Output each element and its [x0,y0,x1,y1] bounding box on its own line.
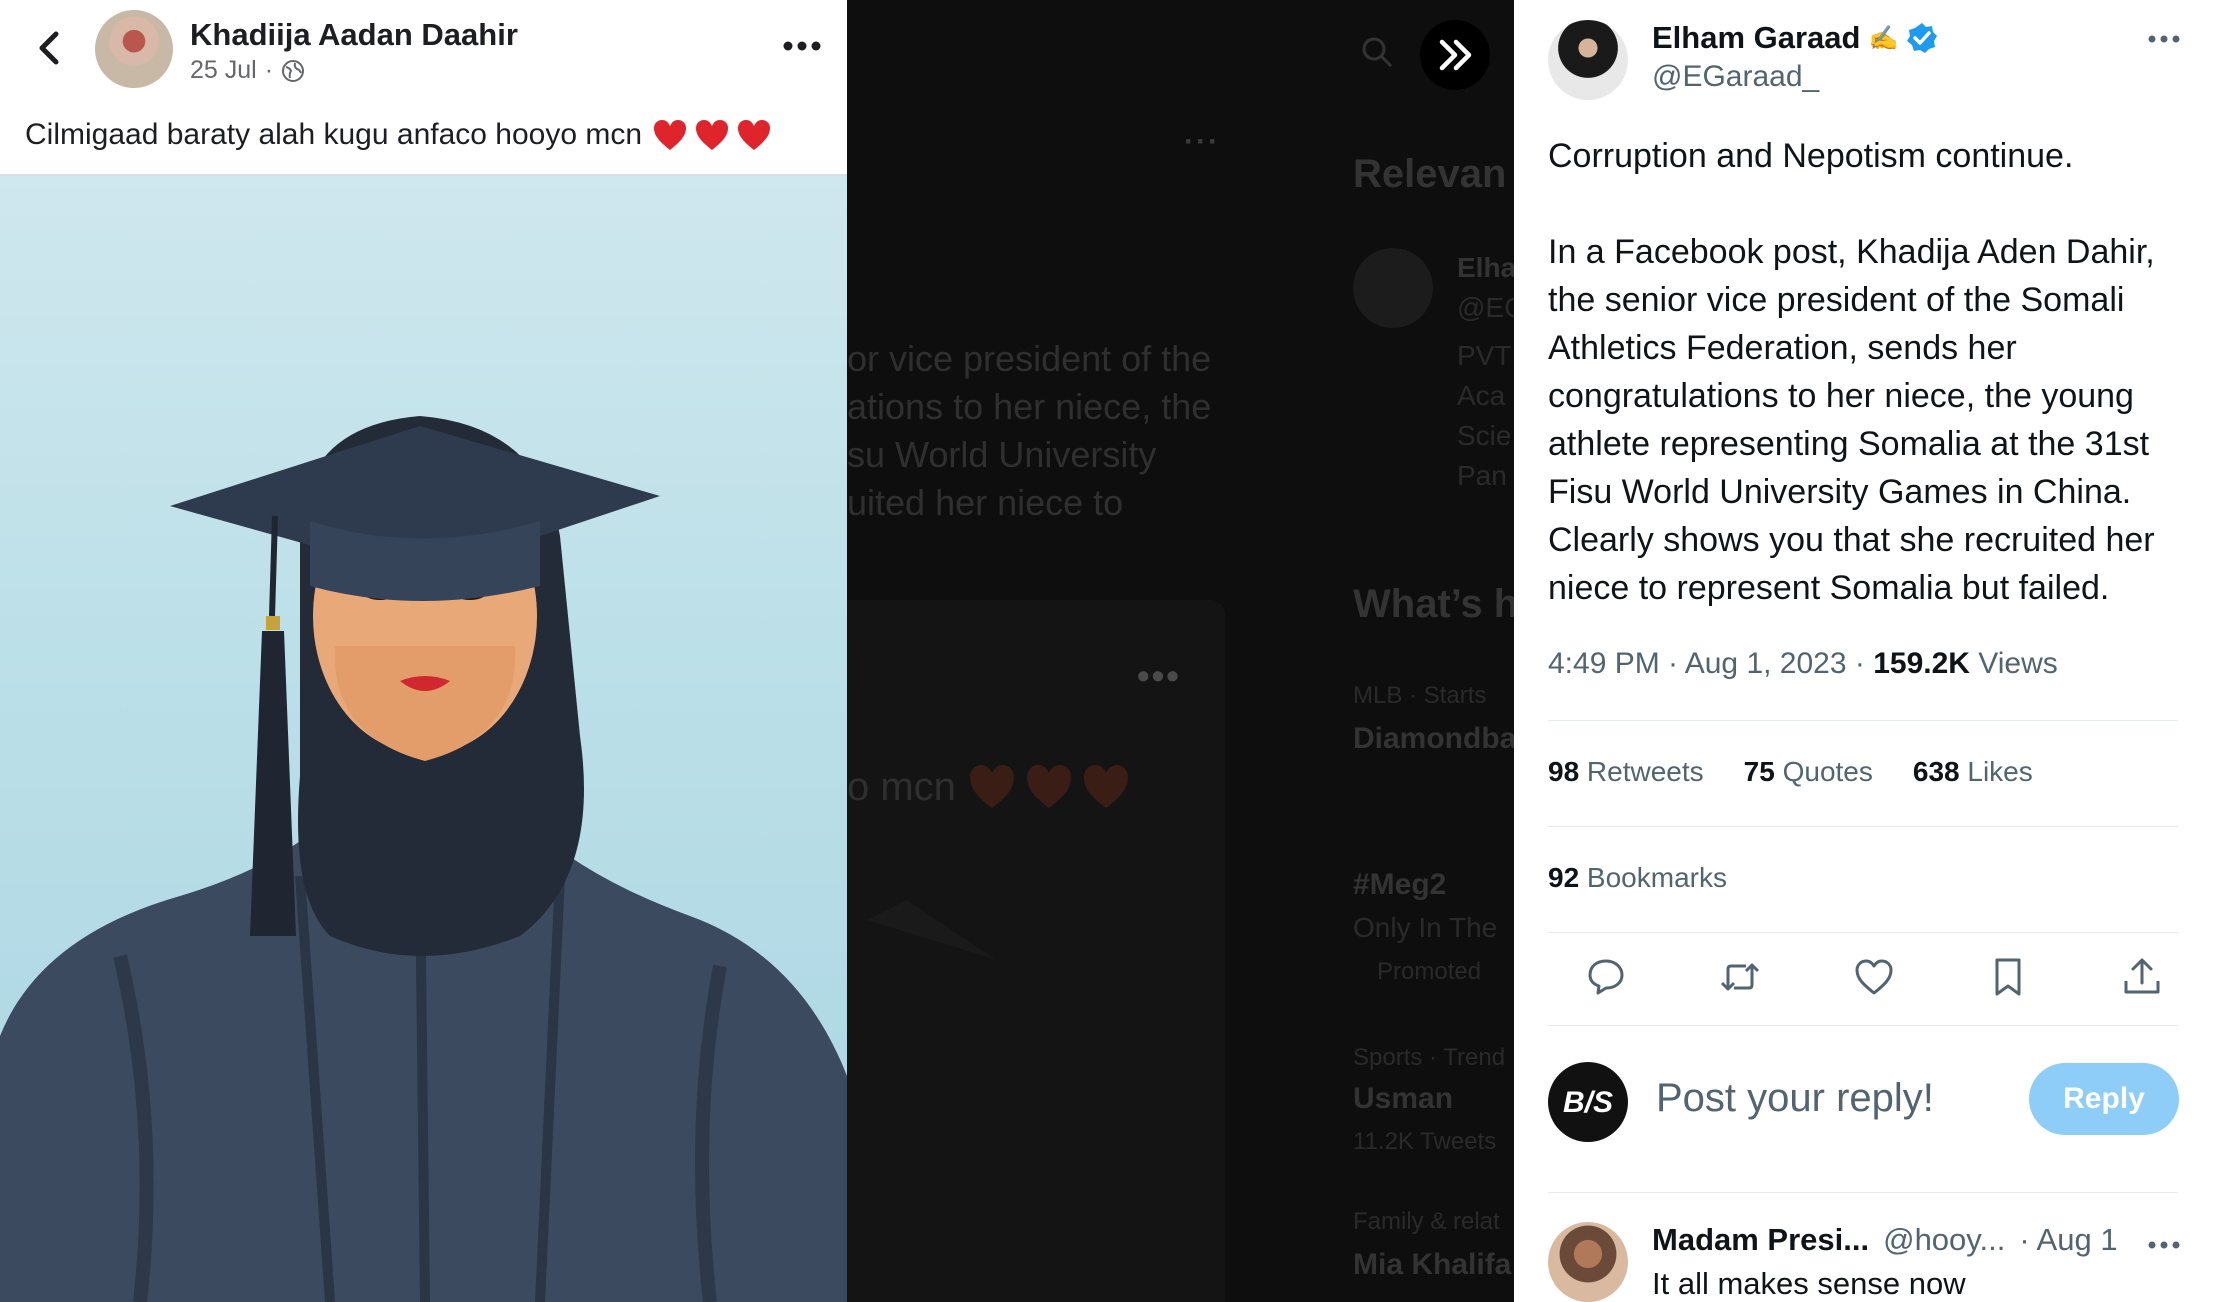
quotes-label: Quotes [1774,756,1873,787]
quotes-stat[interactable]: 75 Quotes [1744,756,1873,788]
tweet-action-bar [1584,955,2164,999]
ghost-cap-shape [867,900,997,960]
graduation-portrait-illustration [0,416,847,1302]
red-heart-icon [654,120,687,150]
bs-logo-text: B/S [1563,1086,1613,1119]
current-user-avatar[interactable]: B/S [1548,1062,1628,1142]
ghost-more-icon: ··· [1184,125,1220,158]
ghost-trend-title: Mia Khalifa [1353,1248,1512,1281]
divider [1548,826,2178,827]
share-icon[interactable] [2120,955,2164,999]
bookmark-icon[interactable] [1986,955,2030,999]
background-tweet-view: or vice president of the ations to her n… [847,0,1514,1302]
ghost-hearts-icon [970,765,1128,808]
reply-author-avatar[interactable] [1548,1222,1628,1302]
facebook-post-panel: Khadiija Aadan Daahir 25 Jul · Cilmigaad… [0,0,847,1302]
bs-logo: B/S [1563,1086,1613,1119]
more-options-icon[interactable] [780,36,824,56]
ghost-trend-meta: MLB · Starts [1353,682,1487,709]
red-heart-icon [738,120,771,150]
ghost-trend-meta: Family & relat [1353,1208,1500,1235]
more-options-icon[interactable] [2146,32,2182,46]
reply-author-handle[interactable]: @hooy... [1883,1222,2005,1258]
expand-button[interactable] [1420,20,1490,90]
tweet-author-name[interactable]: Elham Garaad [1652,20,1860,56]
bookmarks-count: 92 [1548,862,1580,893]
ghost-bio-line: Scie [1457,420,1512,451]
author-name[interactable]: Khadiija Aadan Daahir [190,17,518,53]
reply-text: It all makes sense now [1652,1266,1966,1301]
reply-button[interactable]: Reply [2029,1063,2179,1135]
tweet-author-handle[interactable]: @EGaraad_ [1652,60,1819,94]
tweet-text: Corruption and Nepotism continue. In a F… [1548,137,2155,607]
reply-input[interactable]: Post your reply! [1656,1076,1934,1121]
views-count: 159.2K [1873,647,1970,680]
post-caption: Cilmigaad baraty alah kugu anfaco hooyo … [25,118,772,152]
ghost-promoted: Promoted [1377,958,1482,985]
ghost-trend-sub: Only In The [1353,912,1498,943]
ghost-trend-title: Diamondba [1353,722,1514,755]
post-meta: 25 Jul · [190,56,305,85]
verified-badge-icon [1907,23,1938,53]
graduation-photo[interactable] [0,176,847,1302]
post-date[interactable]: 25 Jul [190,56,257,85]
engagement-stats: 98 Retweets 75 Quotes 638 Likes [1548,756,2033,788]
tweet-author-name-row: Elham Garaad ✍ [1652,20,1938,56]
ghost-heading: Relevan [1353,152,1507,196]
ghost-text-line: ations to her niece, the [847,386,1212,427]
tweet-panel: Elham Garaad ✍ @EGaraad_ Corruption and … [1514,0,2214,1302]
quotes-count: 75 [1743,756,1775,787]
globe-icon [282,59,305,82]
ghost-caption: o mcn [847,765,956,809]
reply-icon[interactable] [1584,955,1628,999]
tweet-timestamp-row: 4:49 PM · Aug 1, 2023 · 159.2K Views [1548,647,2058,681]
tweet-author-avatar[interactable] [1548,20,1628,100]
retweets-count: 98 [1548,756,1580,787]
ghost-text-line: uited her niece to [847,482,1124,523]
ghost-bio-line: Pan [1457,460,1507,491]
divider [1548,1025,2178,1026]
retweets-label: Retweets [1579,756,1704,787]
meta-separator: · [264,56,274,84]
likes-count: 638 [1912,756,1960,787]
back-chevron-icon[interactable] [30,28,70,68]
ghost-heading: What’s h [1353,582,1514,626]
divider [1548,720,2178,721]
double-chevron-right-icon [1439,39,1472,71]
tweet-time[interactable]: 4:49 PM · Aug 1, 2023 · [1548,647,1873,680]
ghost-trend-sub: 11.2K Tweets [1353,1128,1497,1155]
divider [1548,932,2178,933]
likes-label: Likes [1959,756,2033,787]
ghost-avatar [1353,248,1433,328]
bookmarks-stat[interactable]: 92 Bookmarks [1548,862,1727,894]
ghost-bio-line: Aca [1457,380,1506,411]
likes-stat[interactable]: 638 Likes [1913,756,2033,788]
bookmarks-label: Bookmarks [1579,862,1727,893]
ghost-trend-meta: Sports · Trend [1353,1044,1506,1071]
ghost-more-icon: ••• [1137,655,1181,696]
reply-author-name[interactable]: Madam Presi... [1652,1222,1869,1258]
views-label: Views [1969,647,2058,680]
like-icon[interactable] [1852,955,1896,999]
more-options-icon[interactable] [2146,1238,2182,1252]
red-heart-icon [696,120,729,150]
ghost-bio-line: PVT [1457,340,1512,371]
ghost-trend-title: #Meg2 [1353,868,1447,901]
search-icon [1362,37,1393,68]
caption-text: Cilmigaad baraty alah kugu anfaco hooyo … [25,118,643,151]
ghost-text-line: or vice president of the [847,338,1212,379]
reply-date[interactable]: · Aug 1 [2019,1222,2117,1258]
writing-hand-emoji: ✍ [1868,24,1899,52]
reply-header: Madam Presi... @hooy... · Aug 1 [1652,1222,2118,1258]
retweet-icon[interactable] [1718,955,1762,999]
ghost-handle: @EG [1457,292,1514,323]
ghost-trend-title: Usman [1353,1082,1454,1115]
heart-emojis [652,118,772,152]
divider [1548,1192,2178,1193]
retweets-stat[interactable]: 98 Retweets [1548,756,1704,788]
ghost-name: Elha [1457,252,1514,283]
ghost-text-line: su World University [847,434,1157,475]
ghost-facebook-card: ••• o mcn [847,600,1225,1302]
author-avatar[interactable] [95,10,173,88]
